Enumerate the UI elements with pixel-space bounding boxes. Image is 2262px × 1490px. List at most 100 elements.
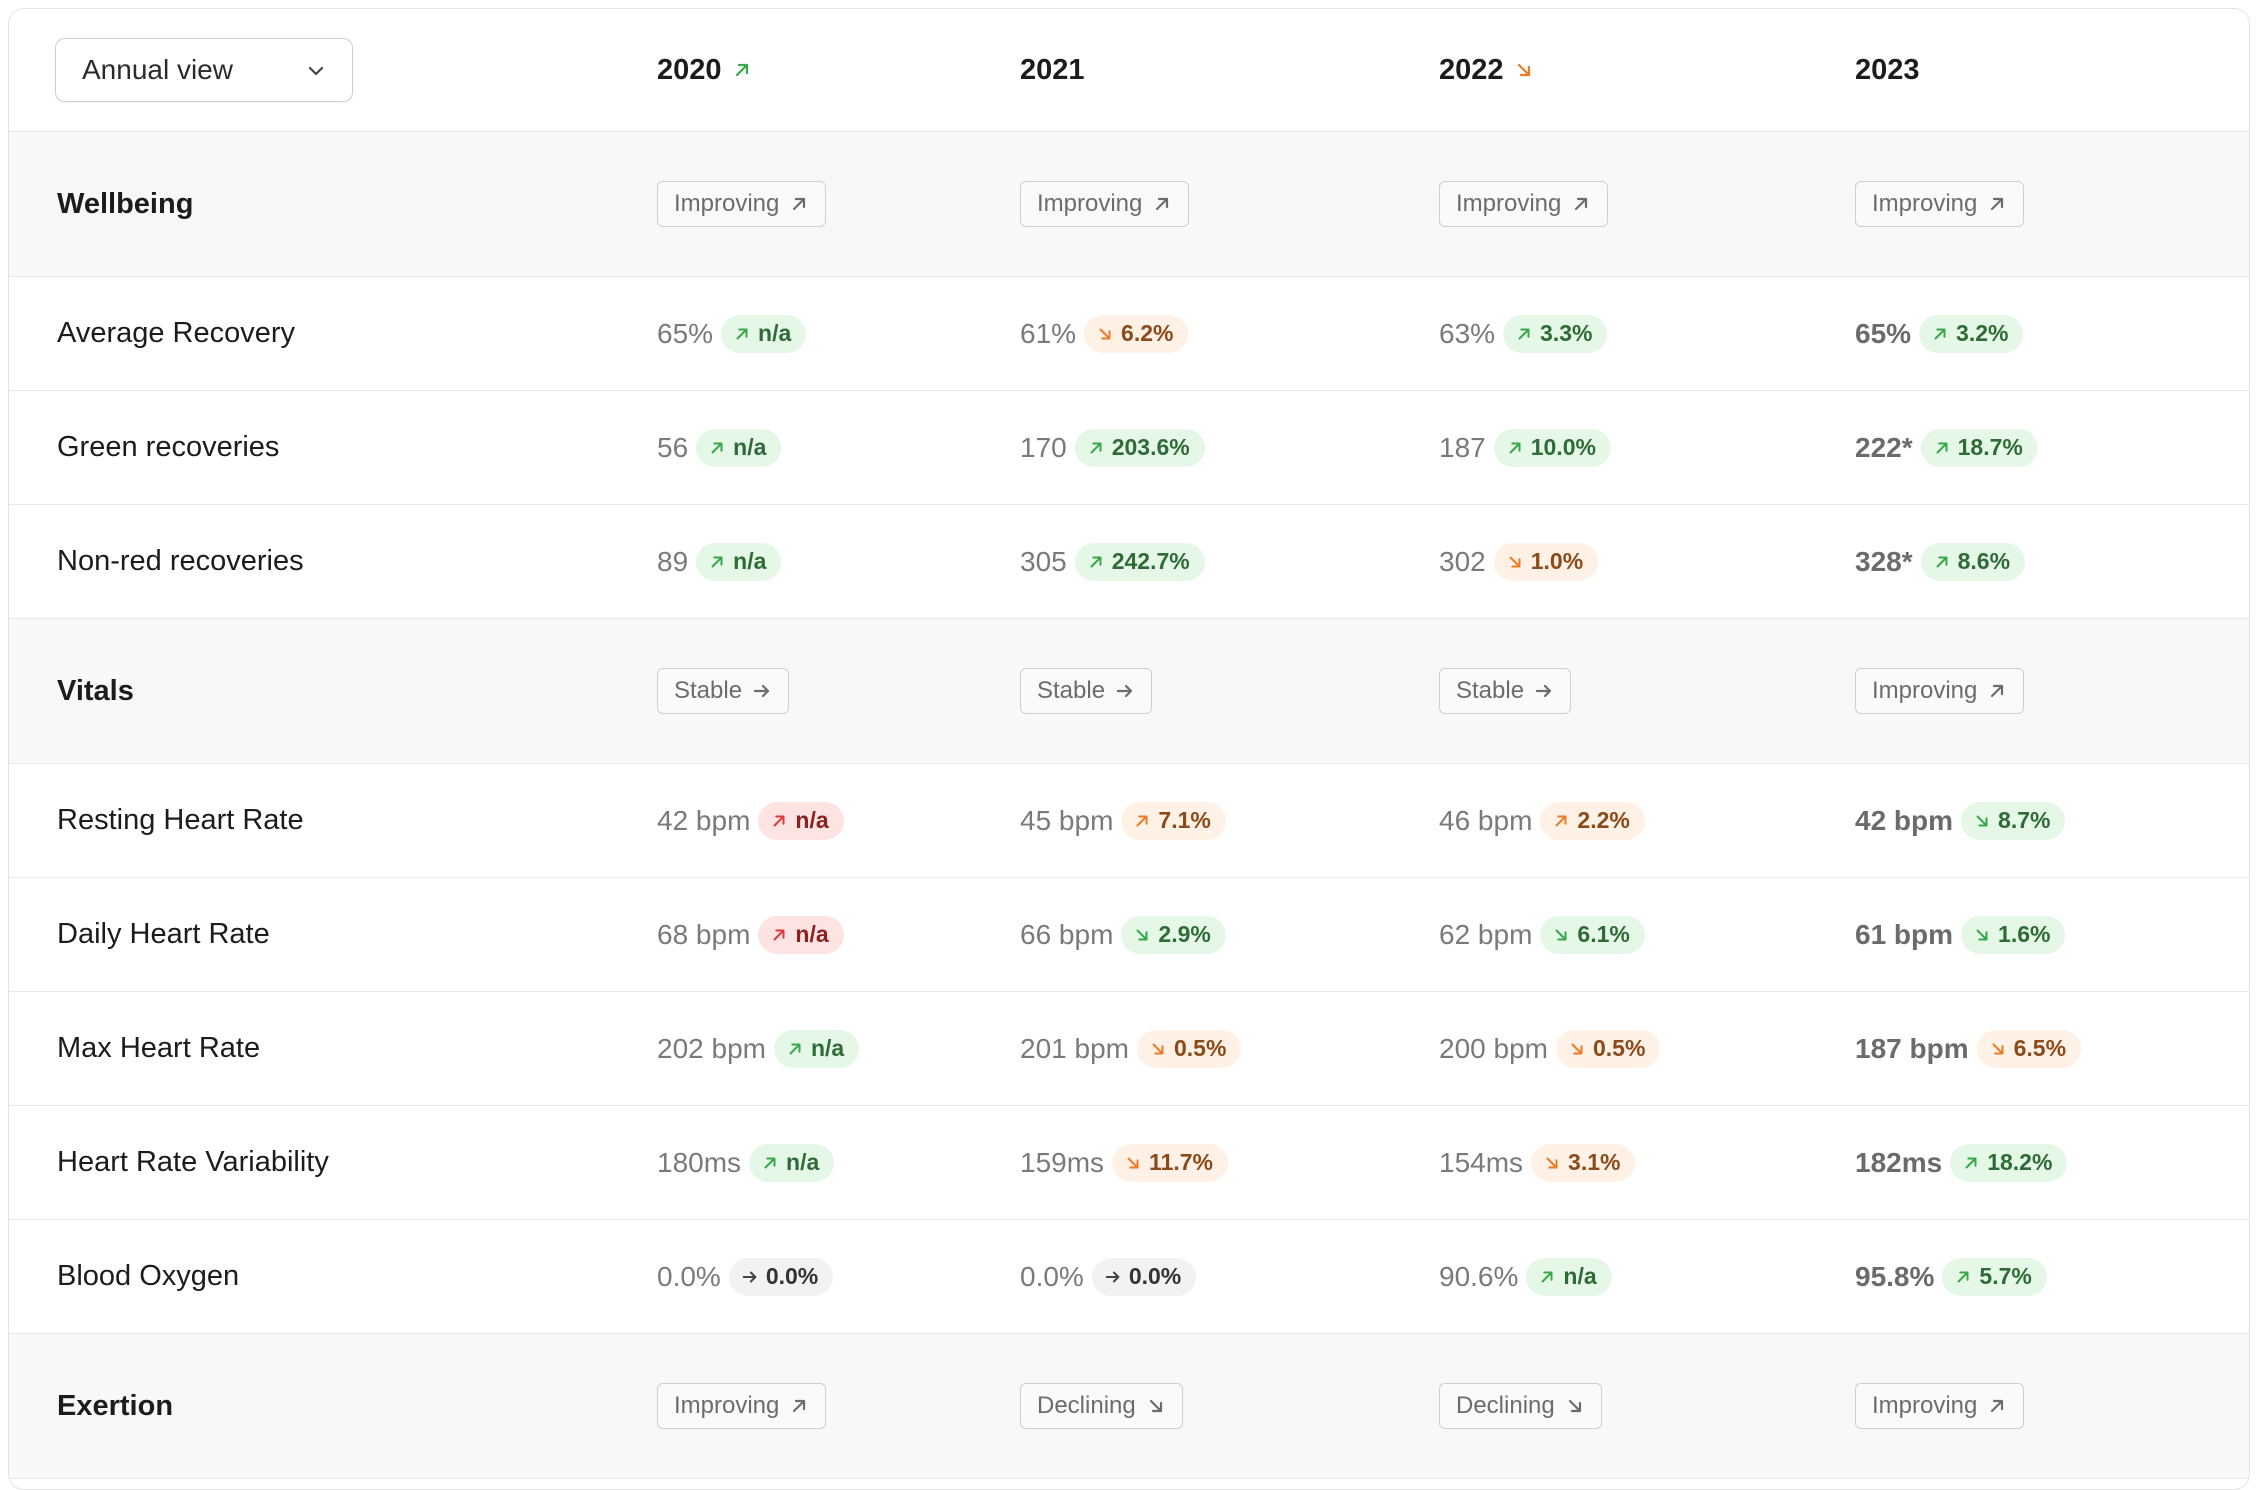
arrow-up-right-icon bbox=[789, 1043, 801, 1054]
metric-value: 56 bbox=[657, 431, 689, 463]
year-label: 2020 bbox=[657, 53, 722, 86]
table-cell: Stable bbox=[1439, 619, 1572, 763]
metric-label: Green recoveries bbox=[57, 431, 280, 463]
change-value: 1.0% bbox=[1530, 548, 1584, 574]
arrow-up-right-icon bbox=[1090, 442, 1102, 453]
table-cell: 187 bpm 6.5% bbox=[1855, 992, 2082, 1105]
change-badge: 6.5% bbox=[1976, 1029, 2082, 1068]
table-cell: 201 bpm 0.5% bbox=[1020, 992, 1242, 1105]
metric-value: 187 bbox=[1439, 431, 1486, 463]
change-value: 18.2% bbox=[1987, 1149, 2053, 1175]
metric-value: 159ms bbox=[1020, 1146, 1105, 1178]
status-label: Improving bbox=[674, 190, 780, 217]
table-cell: 45 bpm 7.1% bbox=[1020, 764, 1226, 877]
arrow-down-right-icon bbox=[1992, 1043, 2004, 1054]
arrow-up-right-icon bbox=[1518, 328, 1530, 339]
table-cell: 56 n/a bbox=[657, 391, 782, 504]
table-cell: 42 bpm 8.7% bbox=[1855, 764, 2066, 877]
arrow-up-right-icon bbox=[1541, 1271, 1553, 1282]
table-cell: Improving bbox=[1855, 1334, 2025, 1478]
change-badge: 3.1% bbox=[1531, 1143, 1636, 1182]
arrow-up-right-icon bbox=[1991, 684, 2004, 698]
change-value: n/a bbox=[810, 1035, 845, 1061]
arrow-up-right-icon bbox=[764, 1157, 776, 1168]
change-value: n/a bbox=[795, 921, 829, 947]
table-cell: Improving bbox=[657, 132, 827, 276]
view-select-value: Annual view bbox=[82, 54, 233, 85]
table-cell: 202 bpm n/a bbox=[657, 992, 860, 1105]
change-badge: 1.6% bbox=[1961, 915, 2066, 954]
change-value: n/a bbox=[758, 320, 792, 346]
metric-value: 68 bpm bbox=[657, 918, 751, 950]
arrow-down-right-icon bbox=[1152, 1043, 1164, 1054]
status-label: Improving bbox=[1872, 1392, 1978, 1419]
change-badge: 11.7% bbox=[1112, 1143, 1228, 1182]
table-row: Heart Rate Variability 180ms n/a 159ms 11.7%… bbox=[9, 1106, 2249, 1220]
change-badge: 8.7% bbox=[1961, 801, 2066, 840]
arrow-down-right-icon bbox=[1099, 328, 1111, 339]
metric-value: 42 bpm bbox=[657, 804, 751, 836]
metric-value: 90.6% bbox=[1439, 1260, 1519, 1292]
year-header-2021: 2021 bbox=[1020, 9, 1085, 131]
metric-value: 0.0% bbox=[1020, 1260, 1084, 1292]
metric-label: Blood Oxygen bbox=[57, 1260, 240, 1292]
status-label: Improving bbox=[1872, 677, 1978, 704]
change-badge: 18.7% bbox=[1920, 428, 2038, 467]
arrow-up-right-icon bbox=[1936, 442, 1948, 453]
arrow-down-right-icon bbox=[1976, 929, 1988, 940]
table-cell: 65% n/a bbox=[657, 277, 807, 390]
arrow-down-right-icon bbox=[1568, 1399, 1581, 1413]
status-badge: Improving bbox=[1855, 668, 2025, 714]
table-cell: 182ms 18.2% bbox=[1855, 1106, 2068, 1219]
table-cell: 302 1.0% bbox=[1439, 505, 1599, 618]
arrow-up-right-icon bbox=[793, 1399, 806, 1413]
change-value: 242.7% bbox=[1111, 548, 1190, 574]
year-label: 2023 bbox=[1855, 53, 1920, 86]
table-cell: 62 bpm 6.1% bbox=[1439, 878, 1645, 991]
metric-label: Average Recovery bbox=[57, 317, 296, 349]
arrow-right-icon bbox=[1535, 684, 1552, 698]
table-cell: 66 bpm 2.9% bbox=[1020, 878, 1226, 991]
change-value: 0.5% bbox=[1173, 1035, 1227, 1061]
change-value: 1.6% bbox=[1998, 921, 2051, 947]
status-badge: Improving bbox=[1020, 181, 1190, 227]
table-cell: Improving bbox=[1855, 132, 2025, 276]
metric-label: Daily Heart Rate bbox=[57, 918, 270, 950]
change-value: 11.7% bbox=[1149, 1149, 1213, 1175]
arrow-down-right-icon bbox=[1509, 556, 1521, 567]
metric-value: 42 bpm bbox=[1855, 804, 1954, 836]
metric-value: 202 bpm bbox=[657, 1032, 766, 1064]
year-label: 2022 bbox=[1439, 53, 1504, 86]
arrow-up-right-icon bbox=[1965, 1157, 1977, 1168]
section-title: Exertion bbox=[57, 1389, 174, 1422]
table-cell: 180ms n/a bbox=[657, 1106, 835, 1219]
view-select[interactable]: Annual view bbox=[55, 38, 353, 102]
table-row: Non-red recoveries 89 n/a 305 242.7% 302 1.0% 3… bbox=[9, 505, 2249, 619]
status-label: Improving bbox=[1872, 190, 1978, 217]
table-header: Annual view 2020 2021 2022 2023 bbox=[9, 9, 2249, 132]
change-value: 5.7% bbox=[1979, 1263, 2032, 1289]
annual-stats-table: Annual view 2020 2021 2022 2023 Wellbein… bbox=[8, 8, 2250, 1490]
table-cell: Improving bbox=[1439, 132, 1609, 276]
arrow-up-right-icon bbox=[736, 328, 748, 339]
arrow-down-right-icon bbox=[1127, 1157, 1139, 1168]
change-badge: 18.2% bbox=[1950, 1143, 2068, 1182]
change-value: 8.6% bbox=[1957, 548, 2011, 574]
table-body: Wellbeing Improving Improving Improving Impr… bbox=[9, 132, 2249, 1479]
section-row: Vitals Stable Stable Stable Improving bbox=[9, 619, 2249, 764]
change-badge: 6.2% bbox=[1084, 314, 1189, 353]
status-label: Stable bbox=[1037, 677, 1106, 704]
change-badge: n/a bbox=[696, 428, 782, 467]
change-badge: 6.1% bbox=[1540, 915, 1645, 954]
metric-value: 182ms bbox=[1855, 1146, 1943, 1178]
metric-label: Max Heart Rate bbox=[57, 1032, 261, 1064]
change-value: 6.5% bbox=[2013, 1035, 2067, 1061]
table-cell: Stable bbox=[657, 619, 790, 763]
table-cell: 187 10.0% bbox=[1439, 391, 1611, 504]
change-badge: 5.7% bbox=[1942, 1257, 2047, 1296]
arrow-right-icon bbox=[1105, 1271, 1120, 1282]
table-row: Max Heart Rate 202 bpm n/a 201 bpm 0.5% 200 b… bbox=[9, 992, 2249, 1106]
section-row: Wellbeing Improving Improving Improving Impr… bbox=[9, 132, 2249, 277]
metric-label: Non-red recoveries bbox=[57, 545, 304, 577]
metric-value: 187 bpm bbox=[1855, 1032, 1969, 1064]
